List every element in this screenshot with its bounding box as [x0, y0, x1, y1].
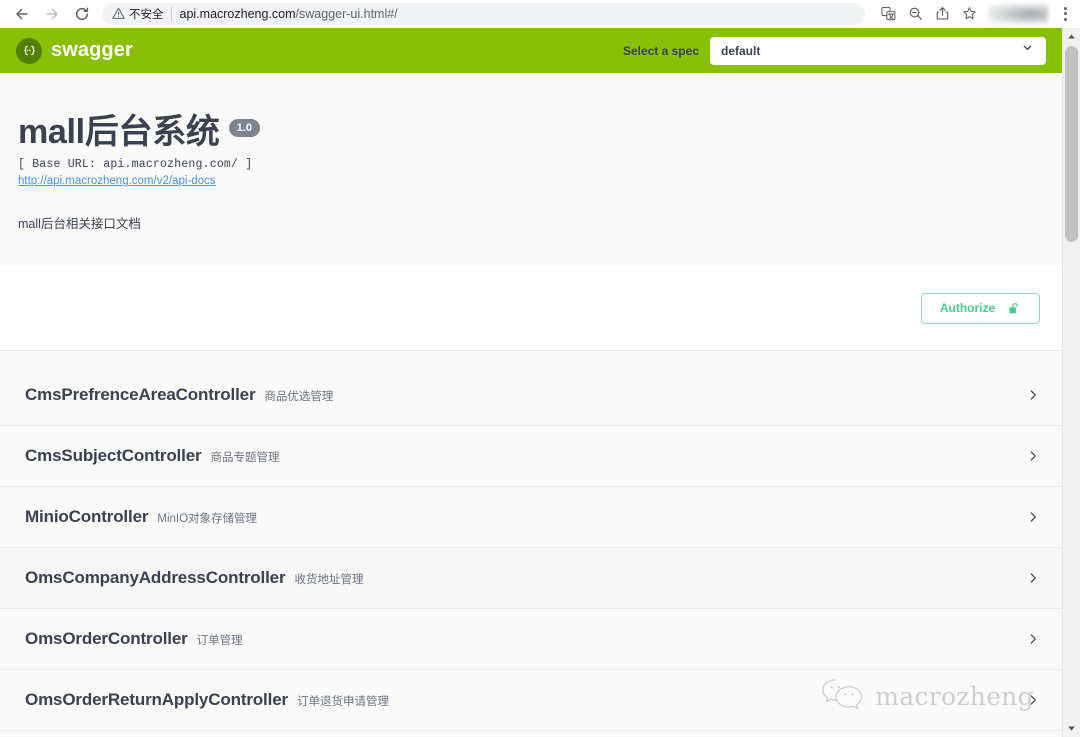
- kebab-menu-icon[interactable]: [1054, 1, 1076, 27]
- chevron-right-icon[interactable]: [1026, 509, 1040, 525]
- controller-name: OmsOrderController: [25, 629, 188, 649]
- api-docs-link[interactable]: http://api.macrozheng.com/v2/api-docs: [18, 175, 216, 187]
- chevron-right-icon[interactable]: [1026, 448, 1040, 464]
- forward-button[interactable]: [38, 0, 66, 28]
- controller-description: MinIO对象存储管理: [157, 510, 257, 526]
- version-badge: 1.0: [229, 119, 260, 137]
- spec-selector-label: Select a spec: [623, 44, 699, 58]
- controller-name: OmsOrderReturnApplyController: [25, 690, 288, 710]
- reload-icon: [74, 6, 90, 22]
- arrow-left-icon: [14, 6, 30, 22]
- operations-list: CmsPrefrenceAreaController 商品优选管理 CmsSub…: [0, 351, 1062, 731]
- browser-toolbar: 不安全 api.macrozheng.com/swagger-ui.html#/: [0, 0, 1080, 28]
- controller-name: CmsPrefrenceAreaController: [25, 385, 255, 405]
- vertical-scrollbar[interactable]: [1062, 28, 1080, 737]
- unlocked-padlock-icon: [1007, 301, 1021, 316]
- chevron-down-icon: [1021, 41, 1034, 59]
- page-title: mall后台系统: [18, 115, 220, 149]
- scroll-down-arrow-icon[interactable]: [1063, 720, 1080, 737]
- authorize-button-label: Authorize: [940, 301, 995, 315]
- security-status-label: 不安全: [129, 6, 164, 22]
- zoom-out-icon[interactable]: [902, 1, 928, 27]
- omnibox-separator: [171, 7, 172, 21]
- controller-row[interactable]: MinioController MinIO对象存储管理: [0, 487, 1062, 548]
- spec-selector-group: Select a spec default: [623, 37, 1046, 65]
- browser-action-icons: [875, 1, 1080, 27]
- controller-description: 商品优选管理: [264, 388, 333, 404]
- api-description: mall后台相关接口文档: [18, 213, 1044, 232]
- controller-row[interactable]: CmsPrefrenceAreaController 商品优选管理: [0, 365, 1062, 426]
- address-bar[interactable]: 不安全 api.macrozheng.com/swagger-ui.html#/: [102, 3, 865, 25]
- controller-name: MinioController: [25, 507, 148, 527]
- arrow-right-icon: [44, 6, 60, 22]
- page-viewport: swagger Select a spec default mall后台系统 1…: [0, 28, 1062, 737]
- address-bar-url: api.macrozheng.com/swagger-ui.html#/: [180, 7, 398, 21]
- controller-row[interactable]: OmsOrderController 订单管理: [0, 609, 1062, 670]
- controller-description: 商品专题管理: [210, 449, 279, 465]
- controller-name: CmsSubjectController: [25, 446, 201, 466]
- controller-row[interactable]: CmsSubjectController 商品专题管理: [0, 426, 1062, 487]
- api-title-row: mall后台系统 1.0: [18, 115, 1044, 149]
- scroll-up-arrow-icon[interactable]: [1063, 28, 1080, 45]
- address-bar-path: /swagger-ui.html#/: [296, 7, 398, 21]
- api-info-block: mall后台系统 1.0 [ Base URL: api.macrozheng.…: [0, 73, 1062, 266]
- chevron-right-icon[interactable]: [1026, 631, 1040, 647]
- chevron-right-icon[interactable]: [1026, 387, 1040, 403]
- translate-icon[interactable]: [875, 1, 901, 27]
- controller-description: 订单管理: [197, 632, 243, 648]
- swagger-logo-text: swagger: [51, 39, 133, 62]
- warning-triangle-icon: [112, 7, 125, 20]
- controller-row[interactable]: OmsOrderReturnApplyController 订单退货申请管理: [0, 670, 1062, 731]
- avatar[interactable]: [988, 4, 1048, 24]
- swagger-topbar: swagger Select a spec default: [0, 28, 1062, 73]
- controller-name: OmsCompanyAddressController: [25, 568, 285, 588]
- spec-select[interactable]: default: [710, 37, 1046, 65]
- controller-description: 订单退货申请管理: [297, 693, 389, 709]
- base-url-text: [ Base URL: api.macrozheng.com/ ]: [18, 158, 1044, 171]
- controller-description: 收货地址管理: [294, 571, 363, 587]
- chevron-right-icon[interactable]: [1026, 570, 1040, 586]
- authorize-band: Authorize: [0, 266, 1062, 351]
- bookmark-star-icon[interactable]: [956, 1, 982, 27]
- scrollbar-thumb[interactable]: [1065, 46, 1078, 242]
- back-button[interactable]: [8, 0, 36, 28]
- swagger-logo-icon: [16, 38, 42, 64]
- reload-button[interactable]: [68, 0, 96, 28]
- spec-select-value: default: [721, 44, 760, 58]
- controller-row[interactable]: OmsCompanyAddressController 收货地址管理: [0, 548, 1062, 609]
- swagger-logo-link[interactable]: swagger: [16, 38, 133, 64]
- authorize-button[interactable]: Authorize: [921, 293, 1040, 324]
- share-icon[interactable]: [929, 1, 955, 27]
- chevron-right-icon[interactable]: [1026, 692, 1040, 708]
- navigation-buttons: [0, 0, 96, 28]
